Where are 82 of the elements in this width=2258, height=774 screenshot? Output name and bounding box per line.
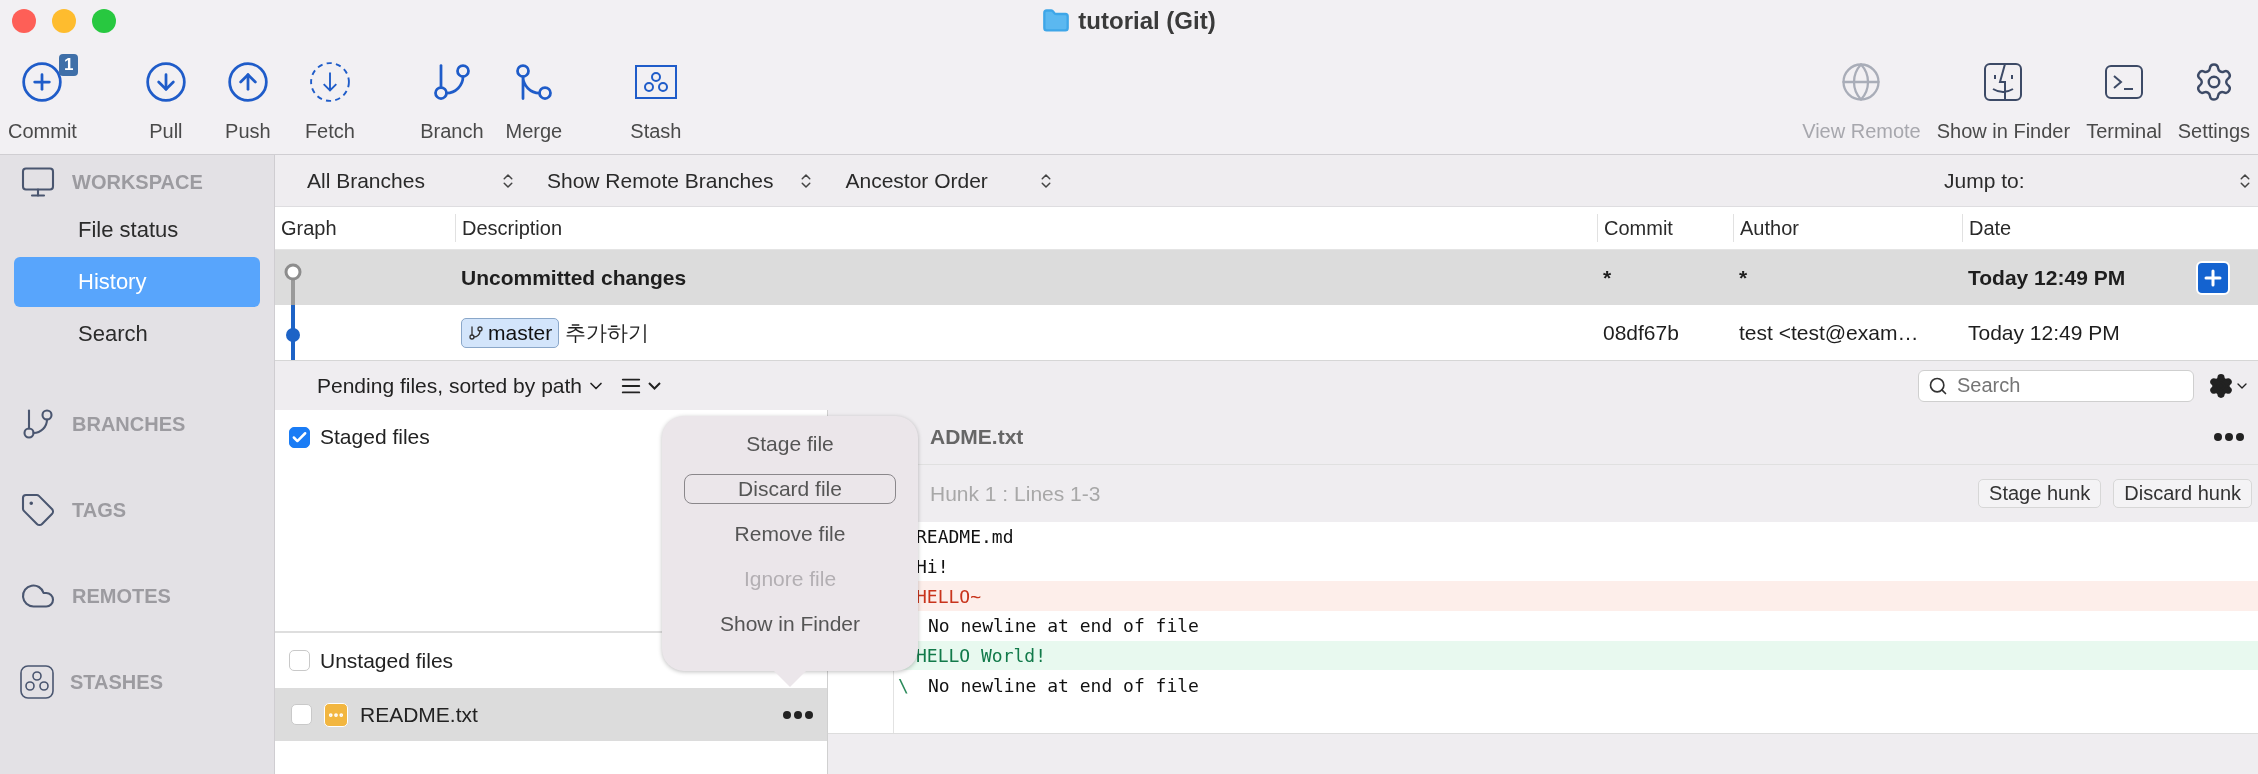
diff-line: No newline at end of file bbox=[927, 614, 1200, 639]
diff-line: README.md bbox=[915, 525, 1015, 550]
diff-line: \ No newline at end of file bbox=[897, 673, 1200, 698]
section-title: WORKSPACE bbox=[72, 170, 203, 194]
filter-dropdown[interactable]: Ancestor Order bbox=[845, 168, 1056, 193]
branch-toolbar-button[interactable]: Branch bbox=[410, 56, 493, 143]
author-text: * bbox=[1739, 265, 1748, 290]
folder-icon bbox=[1042, 7, 1071, 35]
hunk-button[interactable]: Discard hunk bbox=[2113, 479, 2252, 508]
hunk-title: Hunk 1 : Lines 1-3 bbox=[930, 481, 1102, 506]
ellipsis-icon bbox=[2214, 433, 2244, 441]
section-title: REMOTES bbox=[72, 584, 171, 608]
arrow-down-circle-icon bbox=[143, 60, 188, 104]
history-row[interactable]: master 추가하기 08df67b test <test@exam… Today 12:49 PM bbox=[275, 305, 2258, 360]
menu-item[interactable]: Show in Finder bbox=[684, 609, 896, 639]
monitor-icon bbox=[20, 164, 56, 200]
pull-toolbar-button[interactable]: Pull bbox=[124, 56, 207, 143]
tag-icon bbox=[20, 492, 56, 528]
section-label: Unstaged files bbox=[320, 648, 454, 673]
date-text: Today 12:49 PM bbox=[1968, 320, 2120, 345]
section-title: BRANCHES bbox=[72, 412, 186, 436]
date-text: Today 12:49 PM bbox=[1968, 265, 2126, 290]
menu-item[interactable]: Remove file bbox=[684, 519, 896, 549]
terminal-toolbar-button[interactable]: Terminal bbox=[2078, 56, 2170, 143]
commit-hash: 08df67b bbox=[1603, 320, 1679, 345]
push-toolbar-button[interactable]: Push bbox=[206, 56, 289, 143]
menu-item[interactable]: Discard file bbox=[684, 474, 896, 504]
sidebar-item[interactable]: Search bbox=[14, 309, 260, 359]
checkbox[interactable] bbox=[291, 704, 312, 725]
sidebar-item[interactable]: File status bbox=[14, 205, 260, 255]
branch-icon bbox=[468, 324, 484, 341]
commit-message: 추가하기 bbox=[565, 319, 650, 346]
more-button[interactable] bbox=[783, 710, 813, 719]
terminal-icon bbox=[2103, 64, 2144, 100]
finder-face-icon bbox=[1983, 62, 2024, 102]
hunk-button[interactable]: Stage hunk bbox=[1978, 479, 2102, 508]
author-text: test <test@exam… bbox=[1739, 320, 1919, 345]
fetch-toolbar-button[interactable]: Fetch bbox=[288, 56, 371, 143]
commit-toolbar-button[interactable]: 1 Commit bbox=[0, 56, 85, 143]
menu-item[interactable]: Stage file bbox=[684, 429, 896, 459]
jump-to-dropdown[interactable]: Jump to: bbox=[1944, 168, 2258, 193]
finder-toolbar-button[interactable]: Show in Finder bbox=[1928, 56, 2079, 143]
window-title: tutorial (Git) bbox=[1078, 7, 1216, 35]
filter-dropdown[interactable]: All Branches bbox=[307, 168, 517, 193]
close-button[interactable] bbox=[12, 9, 36, 33]
filter-dropdown[interactable]: Show Remote Branches bbox=[547, 168, 816, 193]
column-header[interactable]: Graph bbox=[275, 214, 455, 242]
file-row[interactable]: README.txt bbox=[275, 688, 827, 741]
column-header[interactable]: Commit bbox=[1597, 214, 1733, 242]
checkbox[interactable] bbox=[289, 426, 310, 448]
commit-hash: * bbox=[1603, 265, 1612, 290]
diff-file-name: ADME.txt bbox=[930, 425, 1025, 449]
column-header[interactable]: Author bbox=[1733, 214, 1962, 242]
column-header[interactable]: Description bbox=[455, 214, 1597, 242]
section-title: STASHES bbox=[70, 670, 163, 694]
checkbox[interactable] bbox=[289, 650, 310, 671]
settings-toolbar-button[interactable]: Settings bbox=[2169, 56, 2258, 143]
stash-icon bbox=[634, 65, 677, 99]
arrow-up-circle-icon bbox=[225, 60, 270, 104]
plus-circle-icon bbox=[20, 60, 65, 104]
commit-message: Uncommitted changes bbox=[461, 265, 687, 290]
merge-toolbar-button[interactable]: Merge bbox=[492, 56, 575, 143]
gear-icon bbox=[2208, 372, 2234, 399]
search-icon bbox=[1928, 375, 1948, 396]
section-title: TAGS bbox=[72, 498, 127, 522]
search-field[interactable]: Search bbox=[1918, 369, 2194, 402]
ellipsis-icon bbox=[783, 710, 813, 719]
add-button[interactable] bbox=[2196, 260, 2230, 295]
globe-icon bbox=[1840, 61, 1883, 103]
stash-toolbar-button[interactable]: Stash bbox=[614, 56, 697, 143]
modified-status-icon bbox=[324, 702, 348, 727]
file-name: README.txt bbox=[360, 702, 479, 727]
graph-node-icon bbox=[283, 305, 303, 360]
sort-dropdown[interactable]: Pending files, sorted by path bbox=[317, 373, 606, 398]
column-header[interactable]: Date bbox=[1962, 214, 2180, 242]
section-label: Staged files bbox=[320, 425, 430, 449]
stash-icon bbox=[20, 665, 54, 699]
branch-tag: master bbox=[461, 317, 560, 348]
count-badge: 1 bbox=[58, 54, 79, 76]
history-row[interactable]: Uncommitted changes * * Today 12:49 PM bbox=[275, 250, 2258, 305]
chevron-down-icon bbox=[648, 381, 661, 390]
more-button[interactable] bbox=[2214, 433, 2244, 441]
